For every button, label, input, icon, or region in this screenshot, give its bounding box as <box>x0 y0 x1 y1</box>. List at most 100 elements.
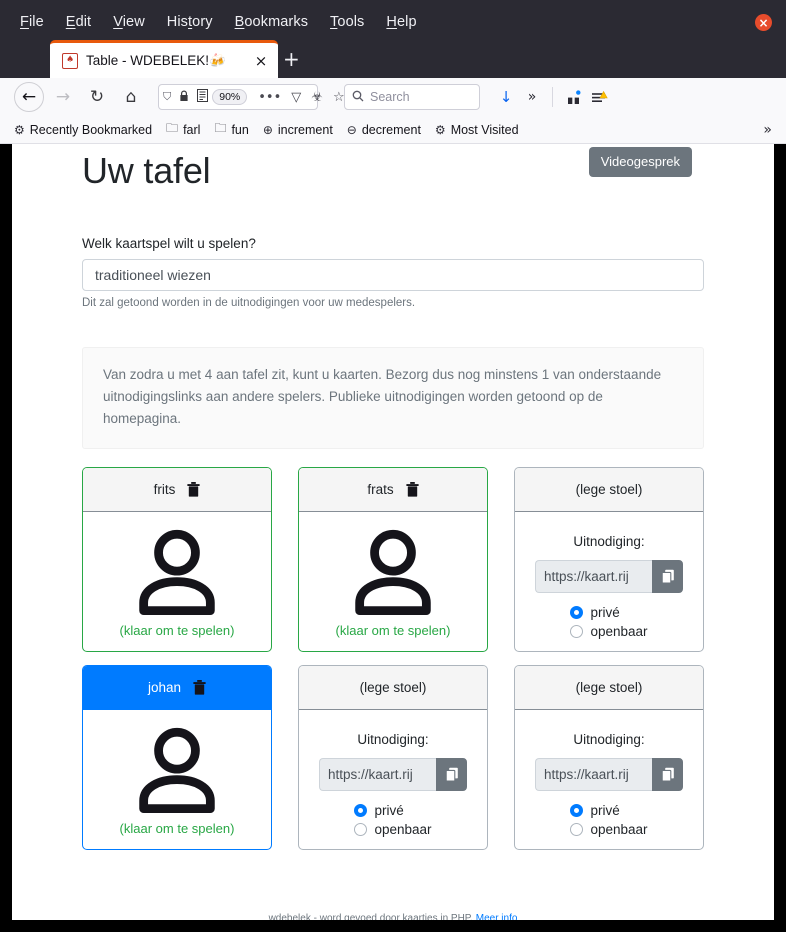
toolbar-overflow-icon[interactable]: » <box>520 84 544 110</box>
radio-selected-icon[interactable] <box>570 605 584 619</box>
radio-prive[interactable]: privé <box>570 803 620 818</box>
video-call-button[interactable]: Videogesprek <box>588 147 692 178</box>
lock-icon <box>179 90 189 105</box>
invite-label: Uitnodiging: <box>357 731 429 747</box>
invite-url-input[interactable]: https://kaart.rij <box>535 757 652 791</box>
seat-header: frits <box>83 467 271 512</box>
copy-icon[interactable] <box>436 757 467 791</box>
menu-history[interactable]: History <box>167 14 213 30</box>
seat-card-empty-2[interactable]: (lege stoel) Uitnodiging: https://kaart.… <box>298 664 488 850</box>
seat-player-name: johan <box>147 679 182 695</box>
new-tab-icon[interactable]: + <box>283 49 300 69</box>
invite-url-input[interactable]: https://kaart.rij <box>319 757 436 791</box>
search-icon <box>352 90 364 105</box>
seat-body: (klaar om te spelen) <box>299 512 487 651</box>
bookmark-most-visited[interactable]: ⚙ Most Visited <box>435 123 519 137</box>
magnifier-glyph <box>352 90 364 101</box>
radio-selected-icon[interactable] <box>354 803 368 817</box>
tab-close-icon[interactable]: × <box>252 52 270 70</box>
menu-edit[interactable]: Edit <box>66 14 91 30</box>
gear-icon: ⚙ <box>14 122 25 137</box>
seat-card-frits[interactable]: frits (klaar om te spelen) <box>82 466 272 652</box>
seat-status: (klaar om te spelen) <box>119 820 235 836</box>
radio-label: openbaar <box>590 821 648 837</box>
copy-glyph <box>445 767 458 782</box>
invite-url-input[interactable]: https://kaart.rij <box>535 559 652 593</box>
seat-card-empty-1[interactable]: (lege stoel) Uitnodiging: https://kaart.… <box>514 466 704 652</box>
seat-card-frats[interactable]: frats (klaar om te spelen) <box>298 466 488 652</box>
reload-icon[interactable]: ↻ <box>82 82 112 112</box>
radio-openbaar[interactable]: openbaar <box>354 822 432 837</box>
seat-body: Uitnodiging: https://kaart.rij privé ope… <box>515 710 703 849</box>
bookmark-increment[interactable]: ⊕ increment <box>263 123 333 137</box>
menu-file[interactable]: File <box>20 14 44 30</box>
radio-unselected-icon[interactable] <box>570 822 584 836</box>
forward-icon[interactable]: → <box>48 82 78 112</box>
seat-player-name: (lege stoel) <box>575 679 643 695</box>
radio-openbaar[interactable]: openbaar <box>570 821 648 837</box>
zoom-level-badge[interactable]: 90% <box>212 89 248 105</box>
home-icon[interactable]: ⌂ <box>116 82 146 112</box>
invite-label: Uitnodiging: <box>573 731 645 747</box>
copy-icon[interactable] <box>652 757 683 791</box>
trash-icon[interactable] <box>406 481 419 497</box>
game-choice-input[interactable] <box>82 259 704 291</box>
bookmark-label: Most Visited <box>450 122 519 137</box>
footer-more-info-link[interactable]: Meer info <box>476 913 518 920</box>
copy-icon[interactable] <box>652 559 683 593</box>
page-viewport: Uw tafel Videogesprek Welk kaartspel wil… <box>12 144 774 920</box>
copy-glyph <box>661 767 674 782</box>
gift-icon[interactable] <box>561 84 585 110</box>
bookmark-label: increment <box>277 122 333 137</box>
tab-table-wdebelek[interactable]: ♠ Table - WDEBELEK!🍻 × <box>50 40 278 78</box>
seats-grid: frits (klaar om te spelen) frats (klaar … <box>82 466 704 850</box>
seat-card-empty-3[interactable]: (lege stoel) Uitnodiging: https://kaart.… <box>514 664 704 850</box>
menu-help[interactable]: Help <box>386 14 416 30</box>
menu-tools[interactable]: Tools <box>330 14 364 30</box>
trash-icon[interactable] <box>187 481 200 497</box>
reader-glyph <box>197 89 209 102</box>
globe-icon: ⊕ <box>262 122 273 137</box>
lock-glyph <box>180 90 188 101</box>
radio-openbaar[interactable]: openbaar <box>570 623 648 639</box>
seat-header: (lege stoel) <box>515 467 703 512</box>
radio-selected-icon[interactable] <box>570 803 584 817</box>
radio-unselected-icon[interactable] <box>354 822 368 836</box>
pocket-icon[interactable]: ▽ <box>288 90 304 105</box>
app-menu-icon[interactable] <box>587 84 611 110</box>
seat-header: johan <box>83 665 271 710</box>
bug-icon[interactable]: ☣ <box>308 90 326 105</box>
seat-card-johan[interactable]: johan (klaar om te spelen) <box>82 664 272 850</box>
radio-unselected-icon[interactable] <box>570 624 584 638</box>
browser-window: File Edit View History Bookmarks Tools H… <box>0 0 786 932</box>
menu-bookmarks[interactable]: Bookmarks <box>235 14 308 30</box>
reader-mode-icon[interactable] <box>197 89 209 105</box>
folder-icon: 🗀 <box>214 121 227 135</box>
radio-label: openbaar <box>590 623 648 639</box>
bookmark-fun[interactable]: 🗀 fun <box>214 119 248 140</box>
radio-prive[interactable]: privé <box>354 803 404 818</box>
trash-icon[interactable] <box>193 679 206 695</box>
search-bar[interactable]: Search <box>344 84 480 110</box>
downloads-icon[interactable]: ↓ <box>494 84 518 110</box>
bookmark-label: Recently Bookmarked <box>29 122 153 137</box>
address-bar[interactable]: ⛉ https:/ 90% ••• ▽ ☣ ☆ <box>158 84 345 110</box>
seat-status: (klaar om te spelen) <box>119 622 235 638</box>
more-options-icon[interactable]: ••• <box>255 90 284 105</box>
bookmark-farl[interactable]: 🗀 farl <box>166 119 200 140</box>
trash-glyph <box>187 481 200 497</box>
game-choice-help-text: Dit zal getoond worden in de uitnodiging… <box>82 297 416 309</box>
menu-view[interactable]: View <box>113 14 145 30</box>
window-close-button[interactable]: × <box>755 14 772 31</box>
bookmark-recently-bookmarked[interactable]: ⚙ Recently Bookmarked <box>14 123 152 137</box>
bookmarks-overflow-icon[interactable]: » <box>763 122 772 138</box>
gift-glyph <box>567 89 580 104</box>
seat-body: (klaar om te spelen) <box>83 710 271 849</box>
shield-icon[interactable]: ⛉ <box>163 90 171 104</box>
seat-player-name: (lege stoel) <box>359 679 427 695</box>
radio-prive[interactable]: privé <box>570 605 620 620</box>
bookmark-decrement[interactable]: ⊖ decrement <box>347 123 421 137</box>
seat-header: (lege stoel) <box>515 665 703 710</box>
back-icon[interactable]: ← <box>14 82 44 112</box>
copy-glyph <box>661 569 674 584</box>
